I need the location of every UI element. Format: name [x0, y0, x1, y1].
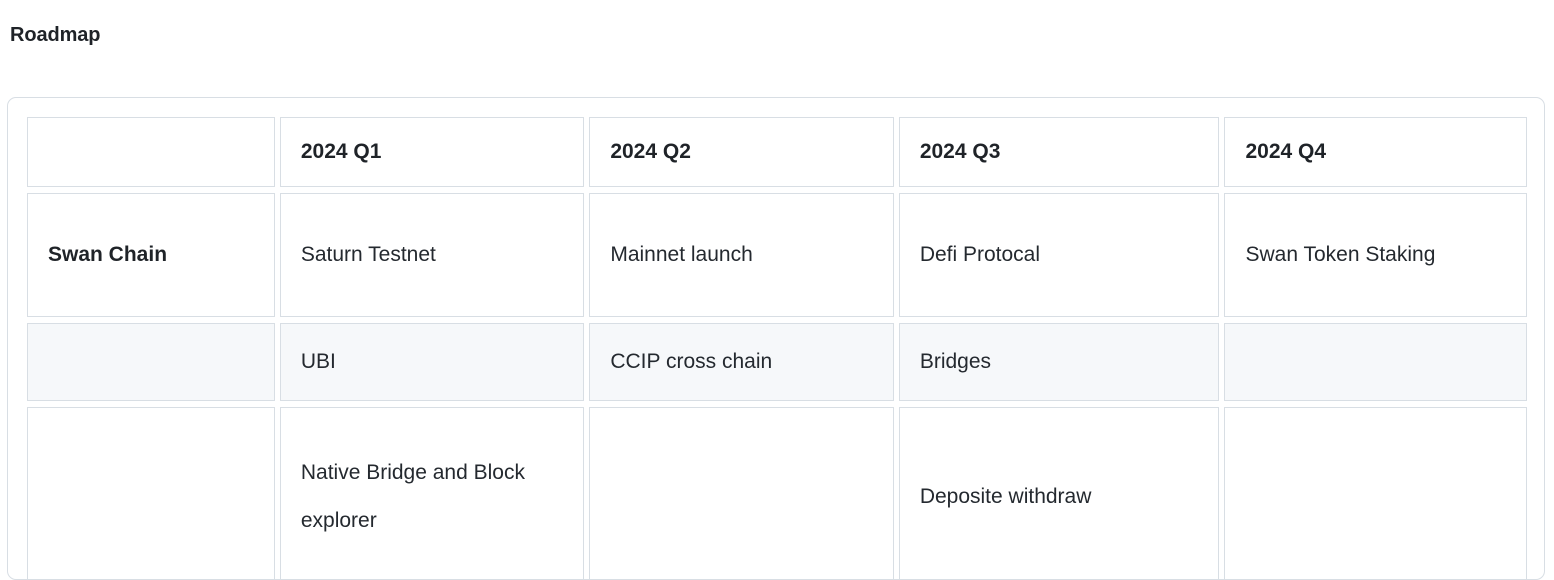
- cell-q1: UBI: [279, 323, 585, 401]
- column-header-2024-q1: 2024 Q1: [279, 117, 585, 187]
- cell-q3: Deposite withdraw: [898, 407, 1220, 579]
- cell-q1: Native Bridge and Block explorer: [279, 407, 585, 579]
- cell-q4: Swan Token Staking: [1224, 193, 1527, 317]
- cell-q1: Saturn Testnet: [279, 193, 585, 317]
- cell-q3: Bridges: [898, 323, 1220, 401]
- table-row: Swan Chain Saturn Testnet Mainnet launch…: [27, 193, 1527, 317]
- roadmap-table-container: 2024 Q1 2024 Q2 2024 Q3 2024 Q4 Swan Cha…: [7, 97, 1545, 580]
- cell-q4: [1224, 407, 1527, 579]
- page-title: Roadmap: [10, 24, 101, 46]
- cell-q2: Mainnet launch: [589, 193, 894, 317]
- row-header-swan-chain: Swan Chain: [27, 193, 275, 317]
- roadmap-table: 2024 Q1 2024 Q2 2024 Q3 2024 Q4 Swan Cha…: [22, 111, 1532, 579]
- column-header-2024-q3: 2024 Q3: [898, 117, 1220, 187]
- table-header: 2024 Q1 2024 Q2 2024 Q3 2024 Q4: [27, 117, 1527, 187]
- row-header-blank: [27, 323, 275, 401]
- roadmap-page: Roadmap 2024 Q1 2024 Q2 2024 Q3 2024 Q4: [0, 0, 1554, 580]
- cell-q3: Defi Protocal: [898, 193, 1220, 317]
- column-header-2024-q2: 2024 Q2: [589, 117, 894, 187]
- row-header-blank: [27, 407, 275, 579]
- column-header-2024-q4: 2024 Q4: [1224, 117, 1527, 187]
- table-body: Swan Chain Saturn Testnet Mainnet launch…: [27, 193, 1527, 579]
- table-row: Native Bridge and Block explorer Deposit…: [27, 407, 1527, 579]
- cell-q2: CCIP cross chain: [589, 323, 894, 401]
- cell-q2: [589, 407, 894, 579]
- table-row: UBI CCIP cross chain Bridges: [27, 323, 1527, 401]
- column-header-blank: [27, 117, 275, 187]
- table-header-row: 2024 Q1 2024 Q2 2024 Q3 2024 Q4: [27, 117, 1527, 187]
- cell-q4: [1224, 323, 1527, 401]
